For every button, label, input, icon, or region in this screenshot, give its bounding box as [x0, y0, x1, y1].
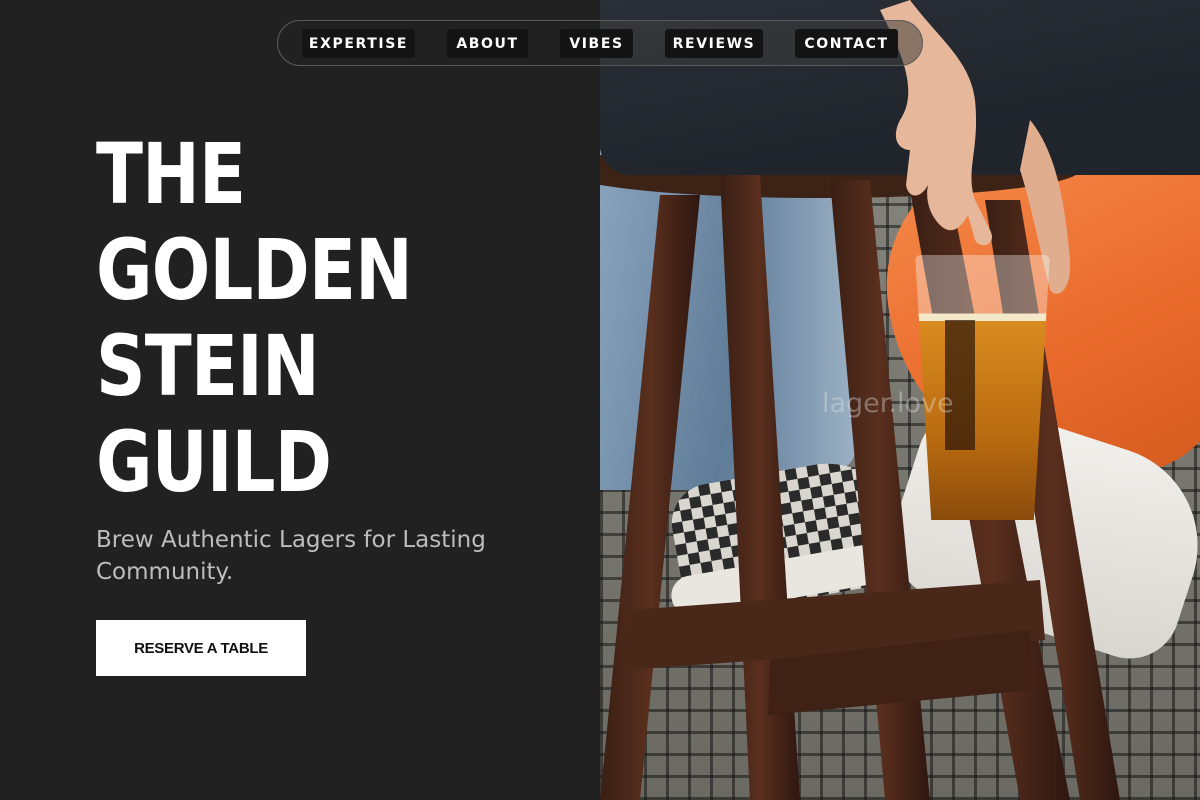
hero-title: THE GOLDEN STEIN GUILD	[96, 126, 516, 510]
nav-item-reviews[interactable]: REVIEWS	[665, 29, 763, 58]
nav-item-vibes[interactable]: VIBES	[560, 29, 633, 58]
hero-tagline: Brew Authentic Lagers for Lasting Commun…	[96, 527, 486, 585]
hero-title-line: THE	[96, 125, 246, 223]
nav-item-expertise[interactable]: EXPERTISE	[302, 29, 415, 58]
hero-title-line: STEIN	[96, 317, 320, 415]
hero-title-line: GOLDEN	[96, 221, 413, 319]
nav-item-about[interactable]: ABOUT	[447, 29, 528, 58]
hero-photo	[600, 0, 1200, 800]
hero-panel: THE GOLDEN STEIN GUILD Brew Authentic La…	[0, 0, 600, 800]
reserve-table-button[interactable]: RESERVE A TABLE	[96, 620, 306, 676]
hero-title-line: GUILD	[96, 413, 332, 511]
main-nav: EXPERTISE ABOUT VIBES REVIEWS CONTACT	[277, 20, 923, 66]
nav-item-contact[interactable]: CONTACT	[795, 29, 898, 58]
